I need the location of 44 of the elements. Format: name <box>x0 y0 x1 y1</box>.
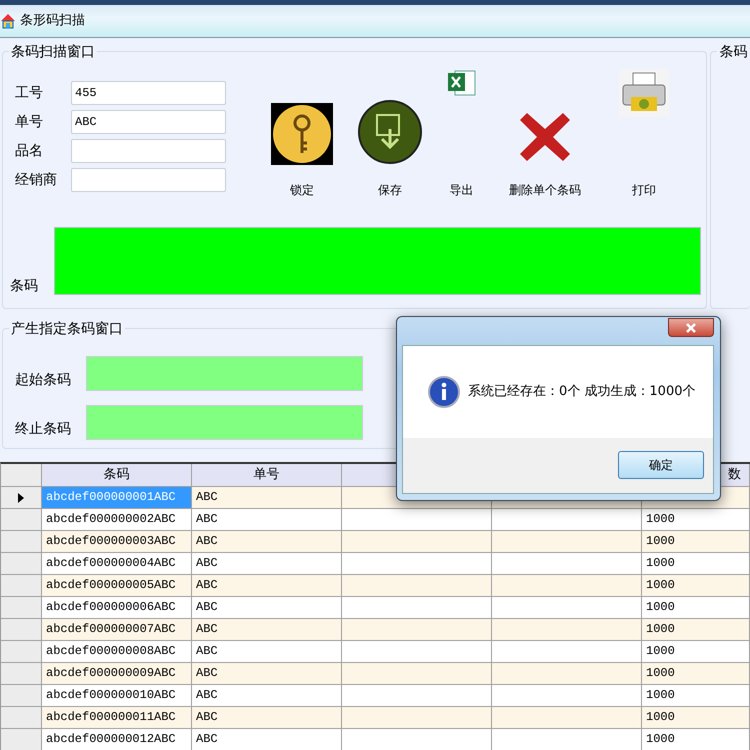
tool-button[interactable]: 删除单个条码 <box>489 69 601 199</box>
input-field[interactable]: ABC <box>71 110 226 134</box>
house-icon <box>0 13 16 29</box>
table-cell: abcdef000000001ABC <box>42 487 192 509</box>
row-header[interactable] <box>1 487 42 509</box>
dialog-message: 系统已经存在：0个 成功生成：1000个 <box>468 383 696 402</box>
tool-label: 导出 <box>450 182 474 199</box>
window-title: 条形码扫描 <box>20 12 85 30</box>
field-label: 工号 <box>15 84 44 102</box>
printer-icon <box>619 69 669 117</box>
column-header: 单号 <box>192 464 342 487</box>
grid-corner <box>1 464 42 487</box>
input-field[interactable] <box>71 139 226 163</box>
barcode-field[interactable] <box>54 227 701 295</box>
field-label: 起始条码 <box>15 371 72 390</box>
spreadsheet-icon <box>446 69 476 97</box>
field-label: 单号 <box>15 112 44 132</box>
tool-button[interactable]: 打印 <box>601 69 687 199</box>
table-cell: 1000 <box>642 729 750 750</box>
input-field[interactable] <box>71 168 226 192</box>
tool-label: 保存 <box>378 182 402 199</box>
input-field[interactable] <box>86 405 363 440</box>
field-label: 终止条码 <box>15 420 72 439</box>
close-button[interactable] <box>668 318 714 337</box>
key-icon <box>271 103 333 165</box>
tool-label: 锁定 <box>290 182 314 199</box>
close-icon <box>684 322 698 332</box>
table-cell: abcdef000000012ABC <box>42 729 192 750</box>
info-icon <box>428 376 460 408</box>
table-cell: ABC <box>192 729 342 750</box>
tool-button[interactable]: 锁定 <box>258 69 346 199</box>
field-label: 条码 <box>10 278 39 295</box>
tool-label: 删除单个条码 <box>509 182 581 199</box>
input-field[interactable] <box>86 356 363 391</box>
current-row-icon <box>18 492 24 502</box>
column-header: 条码 <box>42 464 192 487</box>
tool-label: 打印 <box>632 182 656 199</box>
ok-button[interactable]: 确定 <box>618 451 704 479</box>
tool-button[interactable]: 导出 <box>434 69 489 199</box>
tool-button[interactable]: 保存 <box>346 69 434 199</box>
input-field[interactable]: 455 <box>71 81 226 105</box>
field-label: 品名 <box>15 142 44 160</box>
field-label: 经销商 <box>15 170 58 190</box>
disk-download-icon <box>357 99 423 165</box>
